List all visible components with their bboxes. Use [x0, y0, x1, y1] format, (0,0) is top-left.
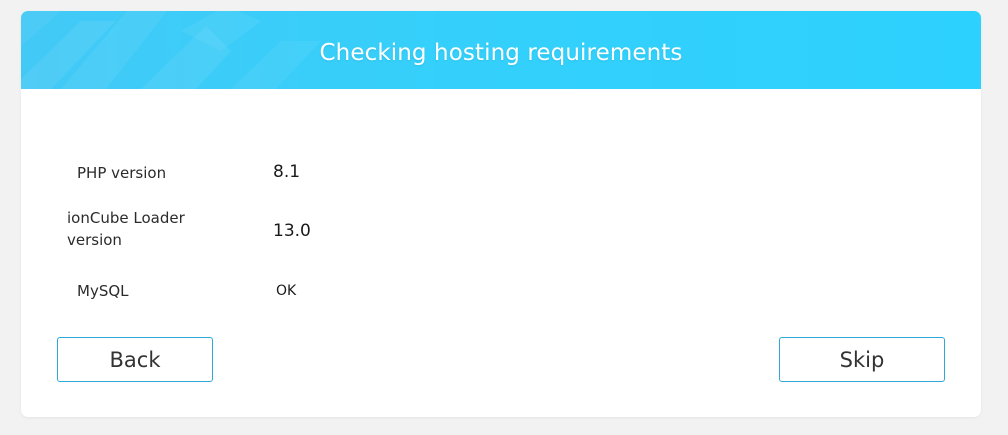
php-version-label: PHP version — [77, 164, 167, 182]
header-banner: Checking hosting requirements — [21, 11, 981, 89]
ioncube-version-value: 13.0 — [273, 221, 311, 241]
requirements-card: Checking hosting requirements PHP versio… — [21, 11, 981, 417]
mysql-status-value: OK — [276, 283, 297, 299]
back-button[interactable]: Back — [57, 337, 213, 382]
mysql-label: MySQL — [77, 282, 129, 300]
php-version-value: 8.1 — [273, 162, 301, 182]
page-title: Checking hosting requirements — [319, 40, 683, 66]
skip-button[interactable]: Skip — [779, 337, 945, 382]
ioncube-version-label: ionCube Loader version — [67, 209, 185, 249]
